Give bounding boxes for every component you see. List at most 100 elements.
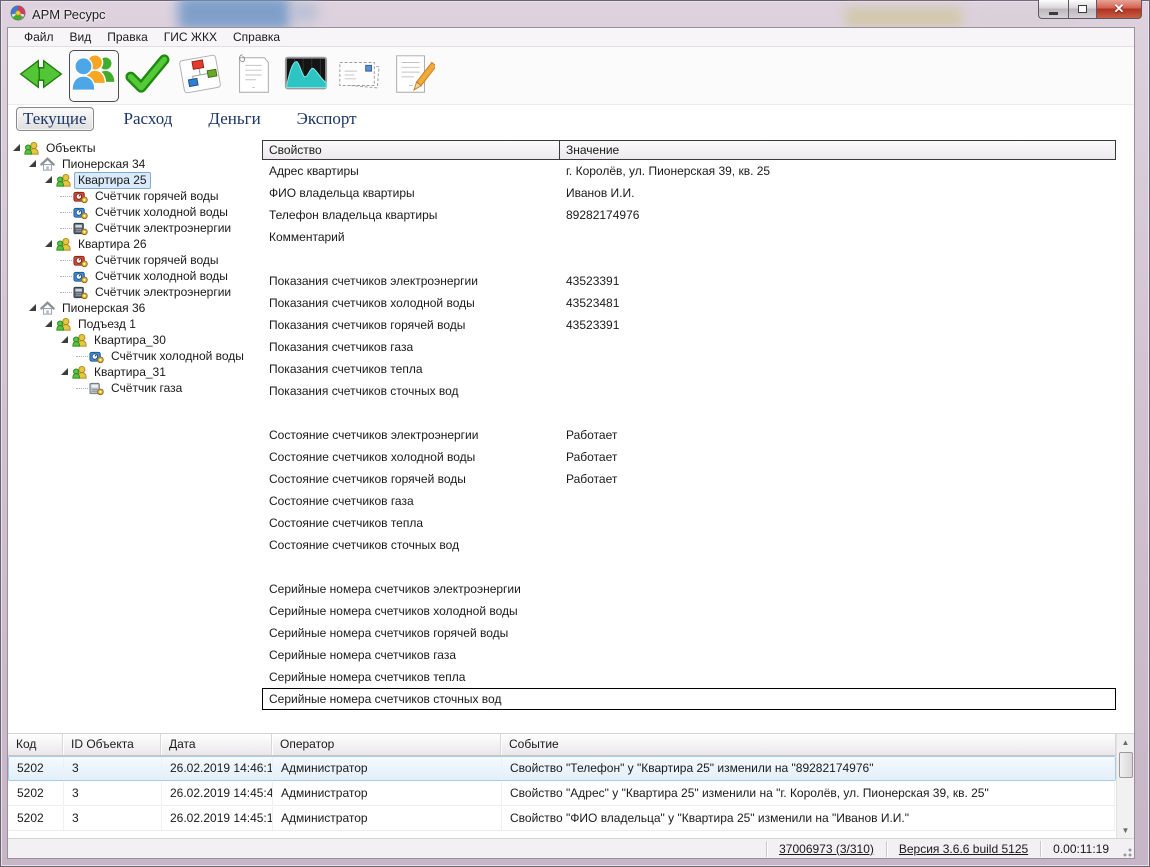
property-row[interactable]: Адрес квартирыг. Королёв, ул. Пионерская…	[262, 160, 1116, 182]
expander-icon[interactable]	[44, 239, 54, 249]
log-scrollbar[interactable]: ▲ ▼	[1116, 734, 1134, 838]
property-row[interactable]: Серийные номера счетчиков электроэнергии	[262, 578, 1116, 600]
scroll-down-icon[interactable]: ▼	[1118, 822, 1134, 838]
tree-item[interactable]: Счётчик холодной воды	[8, 348, 262, 364]
log-column-header[interactable]: ID Объекта	[63, 734, 161, 755]
cell: Свойство "Телефон" у "Квартира 25" измен…	[502, 757, 1115, 780]
property-row[interactable]: Показания счетчиков газа	[262, 336, 1116, 358]
tree-item[interactable]: Счётчик холодной воды	[8, 204, 262, 220]
graph-button[interactable]	[281, 50, 331, 102]
counter-link[interactable]: 37006973 (3/310)	[769, 842, 884, 856]
log-column-header[interactable]: Событие	[501, 734, 1116, 755]
property-row[interactable]: Комментарий	[262, 226, 1116, 248]
version-link[interactable]: Версия 3.6.6 build 5125	[889, 842, 1038, 856]
cell: 5202	[9, 807, 64, 830]
tree-item[interactable]: Пионерская 36	[8, 300, 262, 316]
title-bar[interactable]: АРМ Ресурс ✕	[0, 0, 1150, 28]
scrollbar-thumb[interactable]	[1119, 752, 1133, 778]
property-value[interactable]: Иванов И.И.	[560, 186, 1115, 200]
expander-icon[interactable]	[60, 335, 70, 345]
sync-button[interactable]	[16, 50, 66, 102]
objects-button[interactable]	[69, 50, 119, 102]
tab-Экспорт[interactable]: Экспорт	[291, 108, 363, 130]
property-row[interactable]: Серийные номера счетчиков холодной воды	[262, 600, 1116, 622]
table-row[interactable]: 5202326.02.2019 14:46:13АдминистраторСво…	[8, 756, 1116, 781]
table-row[interactable]: 5202326.02.2019 14:45:15АдминистраторСво…	[8, 806, 1116, 831]
maximize-button[interactable]	[1068, 0, 1096, 19]
scroll-up-icon[interactable]: ▲	[1118, 734, 1134, 750]
property-value[interactable]: 43523481	[560, 296, 1115, 310]
property-row[interactable]: Состояние счетчиков газа	[262, 490, 1116, 512]
report-button[interactable]	[228, 50, 278, 102]
tree-item[interactable]: Счётчик горячей воды	[8, 252, 262, 268]
tree-item[interactable]: Квартира_30	[8, 332, 262, 348]
column-header-property[interactable]: Свойство	[263, 141, 560, 159]
log-column-header[interactable]: Код	[8, 734, 63, 755]
log-column-header[interactable]: Дата	[161, 734, 272, 755]
tree-item[interactable]: Счётчик электроэнергии	[8, 284, 262, 300]
menu-item[interactable]: Справка	[225, 28, 288, 47]
meter-electric-icon	[73, 285, 88, 300]
property-row[interactable]: Состояние счетчиков сточных вод	[262, 534, 1116, 556]
tab-Деньги[interactable]: Деньги	[202, 108, 266, 130]
resize-grip[interactable]	[1119, 844, 1133, 858]
minimize-button[interactable]	[1038, 0, 1068, 19]
expander-icon[interactable]	[60, 367, 70, 377]
property-row[interactable]: Серийные номера счетчиков газа	[262, 644, 1116, 666]
property-row[interactable]: Состояние счетчиков электроэнергииРабота…	[262, 424, 1116, 446]
expander-icon[interactable]	[44, 175, 54, 185]
property-row[interactable]: ФИО владельца квартирыИванов И.И.	[262, 182, 1116, 204]
property-row[interactable]: Серийные номера счетчиков горячей воды	[262, 622, 1116, 644]
menu-item[interactable]: Вид	[62, 28, 100, 47]
tree-item[interactable]: Подъезд 1	[8, 316, 262, 332]
property-row[interactable]: Состояние счетчиков холодной водыРаботае…	[262, 446, 1116, 468]
property-name: Показания счетчиков горячей воды	[263, 318, 560, 332]
confirm-button[interactable]	[122, 50, 172, 102]
property-row[interactable]: Показания счетчиков холодной воды4352348…	[262, 292, 1116, 314]
tree-item[interactable]: Квартира 25	[8, 172, 262, 188]
tab-Текущие[interactable]: Текущие	[16, 107, 94, 131]
property-row[interactable]: Состояние счетчиков тепла	[262, 512, 1116, 534]
tab-Расход[interactable]: Расход	[118, 108, 179, 130]
tree-item[interactable]: Объекты	[8, 140, 262, 156]
expander-icon[interactable]	[28, 303, 38, 313]
tree-item[interactable]: Квартира_31	[8, 364, 262, 380]
horizontal-splitter[interactable]	[8, 715, 1134, 733]
property-value[interactable]: Работает	[560, 428, 1115, 442]
tree-item[interactable]: Счётчик горячей воды	[8, 188, 262, 204]
column-header-value[interactable]: Значение	[560, 141, 1115, 159]
log-column-header[interactable]: Оператор	[272, 734, 501, 755]
property-row[interactable]: Телефон владельца квартиры89282174976	[262, 204, 1116, 226]
property-row[interactable]: Серийные номера счетчиков сточных вод	[262, 688, 1116, 710]
property-value[interactable]: 43523391	[560, 318, 1115, 332]
tree-item[interactable]: Счётчик газа	[8, 380, 262, 396]
property-value[interactable]: г. Королёв, ул. Пионерская 39, кв. 25	[560, 164, 1115, 178]
expander-icon[interactable]	[12, 143, 22, 153]
tree-item[interactable]: Квартира 26	[8, 236, 262, 252]
property-row[interactable]: Состояние счетчиков горячей водыРаботает	[262, 468, 1116, 490]
tree-connector	[60, 228, 72, 229]
menu-item[interactable]: Файл	[16, 28, 62, 47]
property-row[interactable]: Показания счетчиков горячей воды43523391	[262, 314, 1116, 336]
close-button[interactable]: ✕	[1096, 0, 1142, 19]
property-row[interactable]: Показания счетчиков электроэнергии435233…	[262, 270, 1116, 292]
tree-item[interactable]: Счётчик электроэнергии	[8, 220, 262, 236]
property-value[interactable]: 89282174976	[560, 208, 1115, 222]
scheme-button[interactable]	[175, 50, 225, 102]
mail-button[interactable]	[334, 50, 384, 102]
property-row[interactable]: Серийные номера счетчиков тепла	[262, 666, 1116, 688]
tree-item[interactable]: Счётчик холодной воды	[8, 268, 262, 284]
expander-icon[interactable]	[28, 159, 38, 169]
edit-document-button[interactable]	[387, 50, 437, 102]
property-row[interactable]: Показания счетчиков сточных вод	[262, 380, 1116, 402]
property-value[interactable]: Работает	[560, 450, 1115, 464]
property-value[interactable]: Работает	[560, 472, 1115, 486]
property-row[interactable]: Показания счетчиков тепла	[262, 358, 1116, 380]
tree-item[interactable]: Пионерская 34	[8, 156, 262, 172]
expander-icon[interactable]	[44, 319, 54, 329]
tree-item-label: Объекты	[42, 140, 100, 157]
menu-item[interactable]: ГИС ЖКХ	[156, 28, 225, 47]
menu-item[interactable]: Правка	[99, 28, 156, 47]
property-value[interactable]: 43523391	[560, 274, 1115, 288]
table-row[interactable]: 5202326.02.2019 14:45:41АдминистраторСво…	[8, 781, 1116, 806]
